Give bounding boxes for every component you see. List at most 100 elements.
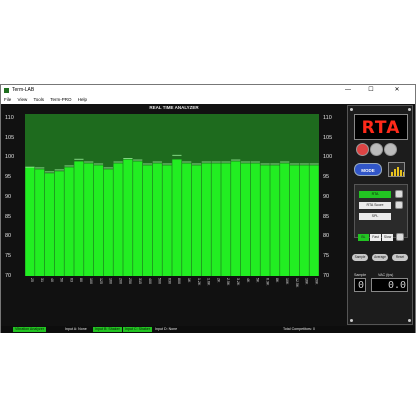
screw-icon	[408, 319, 411, 322]
bar	[152, 163, 162, 276]
y-tick-label: 110	[323, 114, 332, 121]
gear-icon[interactable]	[395, 201, 403, 209]
status-vibration-analyzer[interactable]: Vibration Analyzer	[13, 327, 46, 332]
peak-marker	[309, 163, 319, 165]
bar	[221, 163, 231, 276]
play-icon[interactable]	[370, 143, 383, 156]
weighting-fast[interactable]: Fast	[370, 234, 381, 241]
app-window: Term-LAB — ☐ ✕ File View Tools Term-PRO …	[0, 84, 416, 333]
bar	[54, 171, 64, 276]
peak-marker	[93, 163, 104, 165]
status-input-c[interactable]: Input C: Shaker	[123, 327, 152, 332]
sample-pill[interactable]: Sample	[352, 254, 368, 261]
x-tick-label: 315	[138, 278, 142, 284]
x-tick-label: 3.2K	[236, 278, 240, 286]
menu-term-pro[interactable]: Term-PRO	[50, 96, 71, 104]
y-tick-label: 105	[5, 134, 15, 141]
screw-icon	[350, 108, 353, 111]
option-rta-score[interactable]: RTA Score	[359, 202, 391, 209]
peak-marker	[172, 154, 182, 156]
close-button[interactable]: ✕	[388, 85, 406, 96]
gear-icon[interactable]	[395, 190, 403, 198]
option-rta[interactable]: RTA	[359, 191, 391, 198]
peak-marker	[64, 165, 74, 167]
x-tick-label: 40	[50, 278, 54, 282]
bar	[299, 165, 309, 276]
peak-marker	[280, 161, 290, 163]
y-tick-label: 100	[5, 154, 15, 161]
x-tick-label: 31	[40, 278, 44, 282]
peak-marker	[54, 169, 64, 171]
y-tick-label: 75	[5, 253, 12, 260]
status-input-b[interactable]: Input B: Shaker	[93, 327, 122, 332]
x-tick-label: 4K	[246, 278, 250, 283]
maximize-button[interactable]: ☐	[362, 85, 380, 96]
bar	[123, 159, 133, 276]
average-pill[interactable]: Average	[372, 254, 388, 261]
bar	[64, 167, 74, 276]
peak-marker	[231, 159, 241, 161]
status-input-d[interactable]: Input D: None	[153, 327, 179, 332]
weighting-slow[interactable]: Slow	[382, 234, 393, 241]
minimize-button[interactable]: —	[339, 85, 357, 96]
screw-icon	[408, 108, 411, 111]
bar	[270, 165, 280, 276]
gear-icon[interactable]	[396, 233, 404, 241]
status-bar: Vibration Analyzer Input A: None Input B…	[1, 326, 415, 333]
x-tick-label: 1.6K	[207, 278, 211, 286]
mode-button[interactable]: MODE	[354, 163, 382, 176]
bar	[44, 173, 55, 276]
x-tick-label: 5K	[256, 278, 260, 283]
x-tick-label: 12.5K	[295, 278, 299, 288]
skip-icon[interactable]	[384, 143, 397, 156]
x-tick-label: 16K	[305, 278, 309, 285]
menu-tools[interactable]: Tools	[33, 96, 44, 104]
peak-marker	[299, 163, 309, 165]
peak-marker	[270, 163, 280, 165]
bar	[280, 163, 290, 276]
y-tick-label: 95	[5, 174, 12, 181]
bar	[289, 165, 300, 276]
x-tick-label: 250	[128, 278, 132, 284]
peak-marker	[182, 161, 192, 163]
vac-label: VAC (fps)	[378, 273, 394, 277]
bar	[162, 165, 172, 276]
title-bar: Term-LAB — ☐ ✕	[1, 85, 415, 96]
y-tick-label: 90	[5, 193, 12, 200]
record-icon[interactable]	[356, 143, 369, 156]
x-tick-label: 2.5K	[226, 278, 230, 286]
menu-view[interactable]: View	[18, 96, 28, 104]
sample-label: Sample	[354, 273, 367, 277]
bar	[74, 161, 84, 276]
meter-icon[interactable]	[388, 162, 405, 177]
peak-marker	[113, 161, 123, 163]
peak-marker	[191, 163, 202, 165]
y-tick-label: 80	[323, 233, 330, 240]
peak-marker	[133, 159, 143, 161]
option-spl[interactable]: SPL	[359, 213, 391, 220]
y-tick-label: 95	[323, 174, 330, 181]
peak-marker	[74, 158, 84, 160]
menu-file[interactable]: File	[4, 96, 11, 104]
x-tick-label: 125	[99, 278, 103, 284]
menu-help[interactable]: Help	[78, 96, 87, 104]
x-tick-label: 63	[69, 278, 73, 282]
bar	[309, 165, 319, 276]
x-tick-label: 630	[167, 278, 171, 284]
x-tick-label: 6.3K	[265, 278, 269, 286]
peak-marker	[201, 161, 211, 163]
bar	[93, 165, 104, 276]
x-tick-label: 100	[89, 278, 93, 284]
bar	[201, 163, 211, 276]
status-input-a[interactable]: Input A: None	[63, 327, 89, 332]
y-axis-right: 70 75 80 85 90 95 100 105 110	[323, 112, 335, 279]
y-tick-label: 90	[323, 193, 330, 200]
bar	[211, 163, 221, 276]
weighting-bl[interactable]: BL	[358, 234, 369, 241]
y-tick-label: 70	[5, 273, 12, 279]
reset-pill[interactable]: Reset	[392, 254, 408, 261]
bar	[231, 161, 241, 276]
peak-marker	[152, 161, 162, 163]
peak-marker	[25, 166, 35, 168]
peak-marker	[289, 163, 300, 165]
